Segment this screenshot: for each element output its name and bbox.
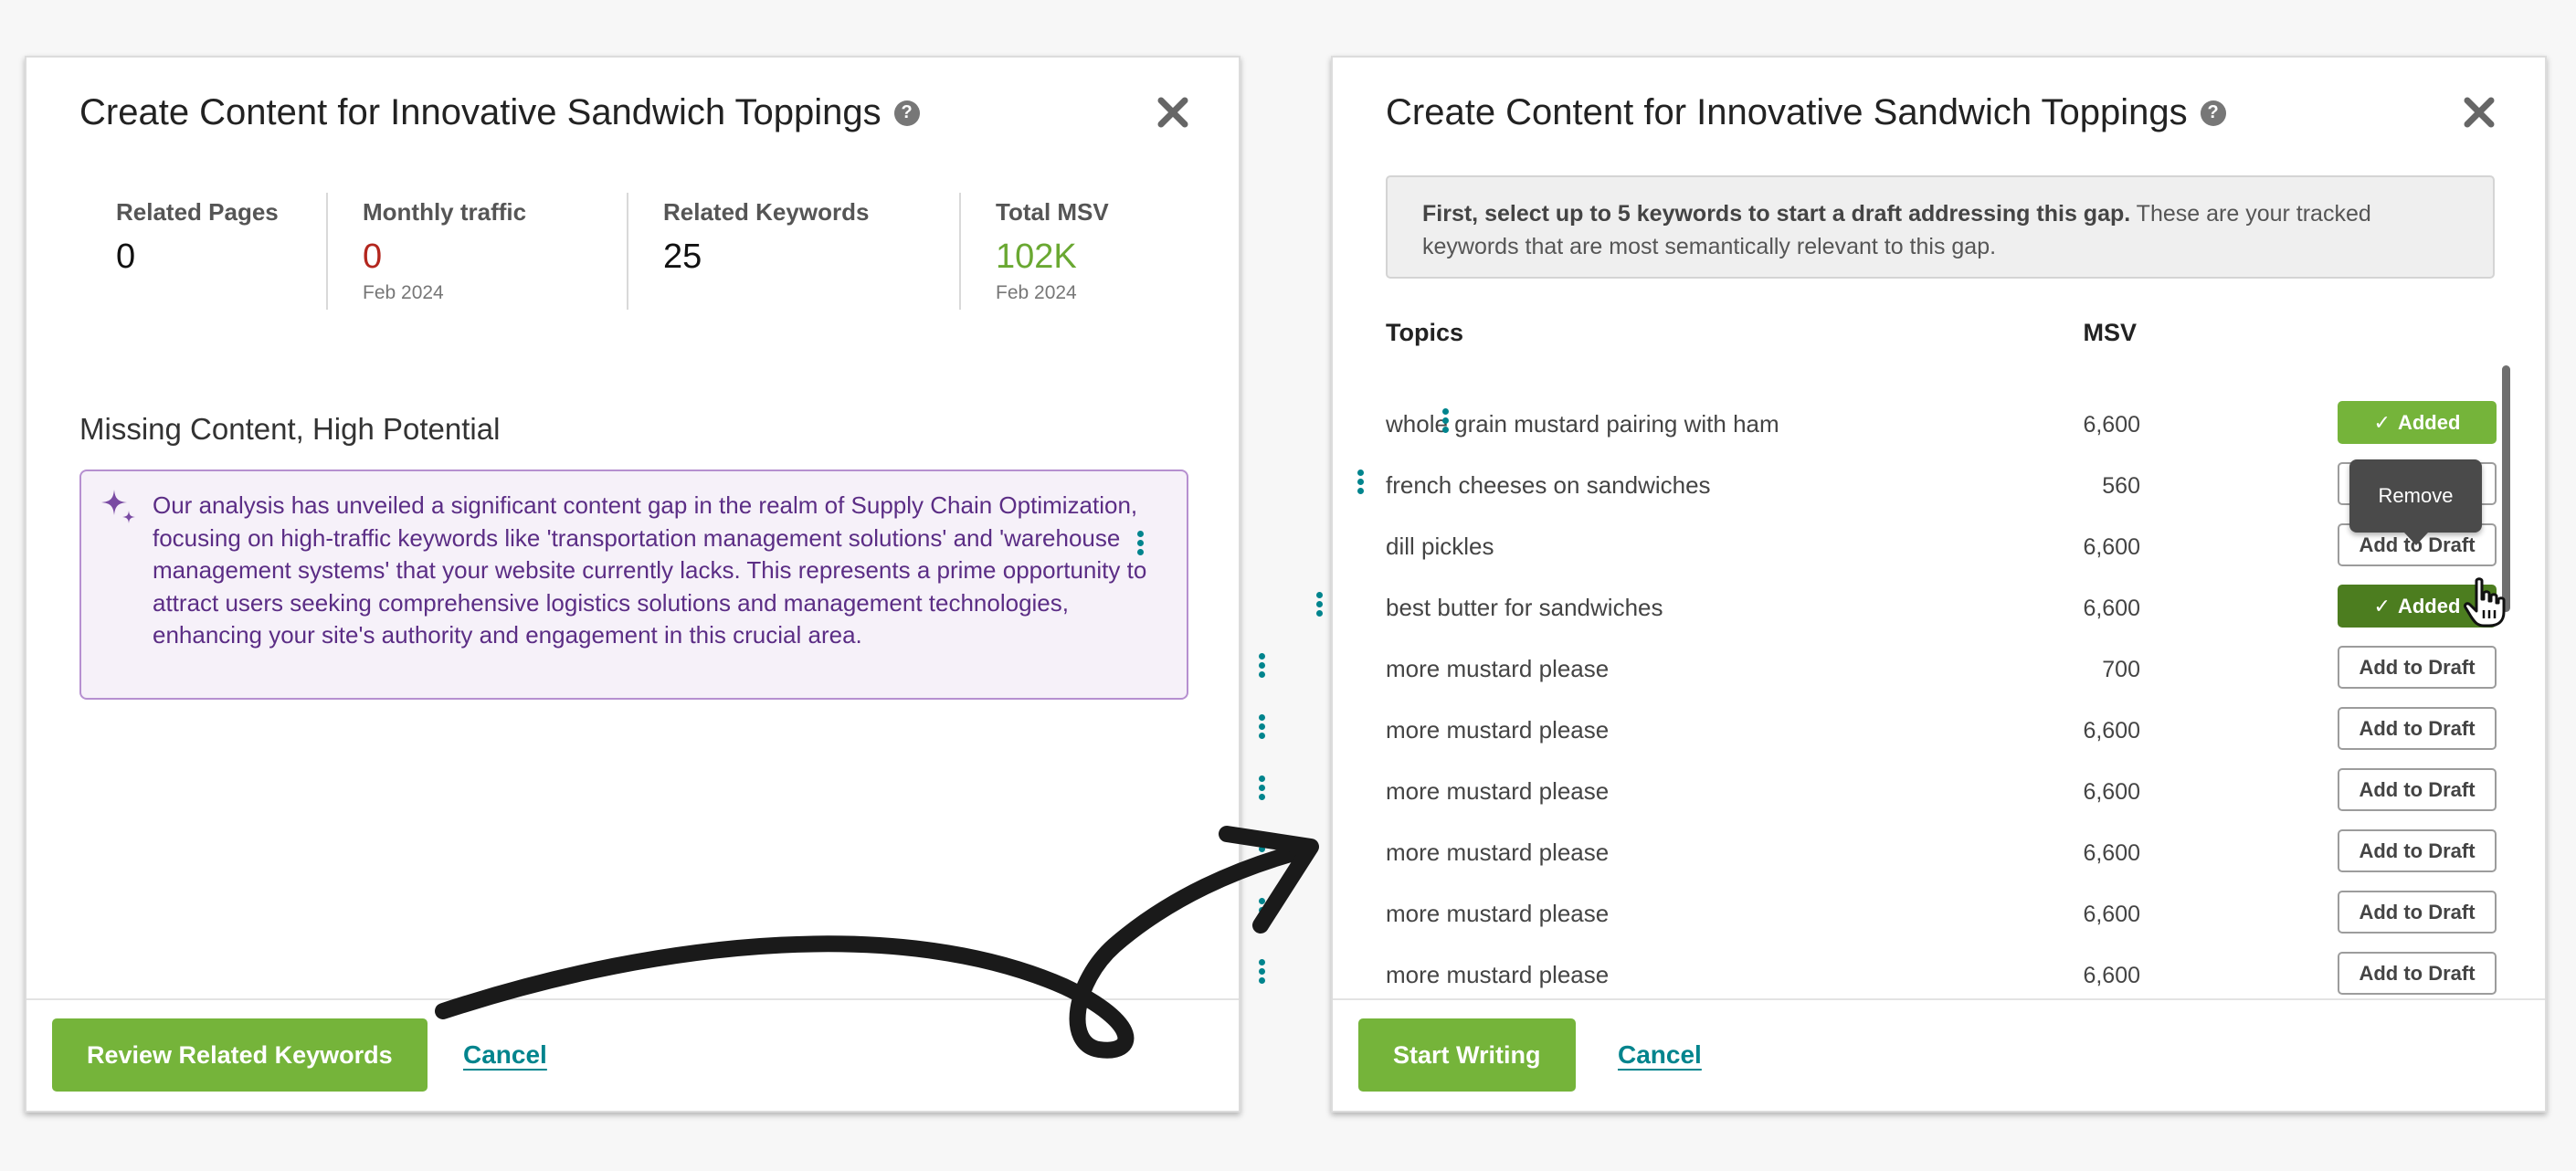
kebab-menu-icon[interactable] xyxy=(1256,774,1267,805)
keyword-msv: 560 xyxy=(2102,473,2140,499)
stat-date: Feb 2024 xyxy=(996,282,1077,303)
action-label: Added xyxy=(2397,594,2461,617)
stat-label: Related Pages xyxy=(116,198,279,226)
stats-row: Related Pages 0 Monthly traffic 0 Feb 20… xyxy=(79,193,1186,310)
keyword-topic: more mustard please xyxy=(1386,839,1610,866)
stat-label: Total MSV xyxy=(996,198,1109,226)
instruction-box: First, select up to 5 keywords to start … xyxy=(1386,175,2495,279)
modal-title: Create Content for Innovative Sandwich T… xyxy=(79,92,920,133)
stat-value: 0 xyxy=(116,237,136,276)
add-to-draft-button[interactable]: Add to Draft xyxy=(2338,707,2497,750)
action-label: Add to Draft xyxy=(2359,900,2476,923)
stat-total-msv: Total MSV 102K Feb 2024 xyxy=(959,193,1178,310)
section-title: Missing Content, High Potential xyxy=(79,412,501,446)
kebab-menu-icon[interactable] xyxy=(1314,590,1325,621)
action-label: Added xyxy=(2397,410,2461,434)
keyword-msv: 6,600 xyxy=(2083,779,2140,805)
keyword-topic: more mustard please xyxy=(1386,961,1610,988)
help-icon[interactable]: ? xyxy=(2200,100,2226,126)
added-button[interactable]: ✓ Added xyxy=(2338,401,2497,444)
cancel-link[interactable]: Cancel xyxy=(1618,1040,1702,1070)
topics-header: Topics xyxy=(1386,319,1464,346)
keyword-row: best butter for sandwiches 6,600 ✓ Added xyxy=(1315,583,2549,644)
insight-text: Our analysis has unveiled a significant … xyxy=(153,491,1147,649)
keyword-topic: more mustard please xyxy=(1386,655,1610,682)
sparkle-icon xyxy=(101,490,135,523)
msv-header: MSV xyxy=(2083,319,2137,346)
stat-monthly-traffic: Monthly traffic 0 Feb 2024 xyxy=(326,193,627,310)
kebab-menu-icon[interactable] xyxy=(1135,529,1145,560)
stat-related-pages: Related Pages 0 xyxy=(79,193,326,310)
keyword-msv: 6,600 xyxy=(2083,718,2140,744)
insight-box: Our analysis has unveiled a significant … xyxy=(79,469,1188,700)
keyword-select-modal: Create Content for Innovative Sandwich T… xyxy=(1136,56,2549,1113)
remove-tooltip: Remove xyxy=(2349,459,2482,545)
kebab-menu-icon[interactable] xyxy=(1355,468,1366,499)
action-label: Add to Draft xyxy=(2359,716,2476,740)
close-icon[interactable] xyxy=(2461,94,2497,131)
add-to-draft-button[interactable]: Add to Draft xyxy=(2338,768,2497,811)
review-related-keywords-button[interactable]: Review Related Keywords xyxy=(52,1018,428,1092)
add-to-draft-button[interactable]: Add to Draft xyxy=(2338,891,2497,934)
check-icon: ✓ xyxy=(2373,594,2391,617)
stat-label: Monthly traffic xyxy=(363,198,527,226)
action-label: Add to Draft xyxy=(2359,777,2476,801)
add-to-draft-button[interactable]: Add to Draft xyxy=(2338,829,2497,872)
modal-footer: Start Writing Cancel xyxy=(1333,998,2545,1111)
stat-value: 25 xyxy=(663,237,702,276)
keyword-row: whole grain mustard pairing with ham 6,60… xyxy=(1333,399,2549,460)
keyword-topic: dill pickles xyxy=(1386,533,1494,560)
action-label: Add to Draft xyxy=(2359,961,2476,985)
modal-title-text: Create Content for Innovative Sandwich T… xyxy=(79,92,882,132)
help-icon[interactable]: ? xyxy=(893,100,920,126)
keyword-msv: 6,600 xyxy=(2083,840,2140,866)
keyword-msv: 6,600 xyxy=(2083,963,2140,988)
close-icon[interactable] xyxy=(1155,94,1191,131)
modal-title: Create Content for Innovative Sandwich T… xyxy=(1386,92,2226,133)
transition-arrow-icon xyxy=(435,826,1319,1059)
keyword-row: more mustard please 700 Add to Draft xyxy=(1258,644,2549,705)
keyword-topic: french cheeses on sandwiches xyxy=(1386,471,1711,499)
keyword-row: more mustard please 6,600 Add to Draft xyxy=(1258,828,2549,889)
action-label: Add to Draft xyxy=(2359,839,2476,862)
action-label: Add to Draft xyxy=(2359,655,2476,679)
kebab-menu-icon[interactable] xyxy=(1440,406,1451,438)
check-icon: ✓ xyxy=(2373,410,2391,434)
modal-title-text: Create Content for Innovative Sandwich T… xyxy=(1386,92,2188,132)
scrollbar[interactable] xyxy=(2502,365,2510,612)
keyword-row: more mustard please 6,600 Add to Draft xyxy=(1258,889,2549,950)
kebab-menu-icon[interactable] xyxy=(1256,651,1267,682)
keyword-msv: 6,600 xyxy=(2083,412,2140,438)
keyword-topic: more mustard please xyxy=(1386,900,1610,927)
stat-value: 0 xyxy=(363,237,383,276)
stat-value: 102K xyxy=(996,237,1077,276)
stat-label: Related Keywords xyxy=(663,198,870,226)
keyword-msv: 6,600 xyxy=(2083,534,2140,560)
add-to-draft-button[interactable]: Add to Draft xyxy=(2338,646,2497,689)
keyword-msv: 6,600 xyxy=(2083,902,2140,927)
stat-date: Feb 2024 xyxy=(363,282,444,303)
keyword-topic: best butter for sandwiches xyxy=(1386,594,1663,621)
keyword-row: more mustard please 6,600 Add to Draft xyxy=(1258,766,2549,828)
add-to-draft-button[interactable]: Add to Draft xyxy=(2338,952,2497,995)
kebab-menu-icon[interactable] xyxy=(1256,712,1267,744)
instruction-bold: First, select up to 5 keywords to start … xyxy=(1422,201,2131,227)
keyword-msv: 6,600 xyxy=(2083,596,2140,621)
keyword-msv: 700 xyxy=(2102,657,2140,682)
start-writing-button[interactable]: Start Writing xyxy=(1358,1018,1576,1092)
keyword-topic: more mustard please xyxy=(1386,716,1610,744)
keyword-topic: more mustard please xyxy=(1386,777,1610,805)
keyword-row: more mustard please 6,600 Add to Draft xyxy=(1258,705,2549,766)
hand-cursor-icon xyxy=(2464,577,2506,628)
stat-related-keywords: Related Keywords 25 xyxy=(627,193,959,310)
